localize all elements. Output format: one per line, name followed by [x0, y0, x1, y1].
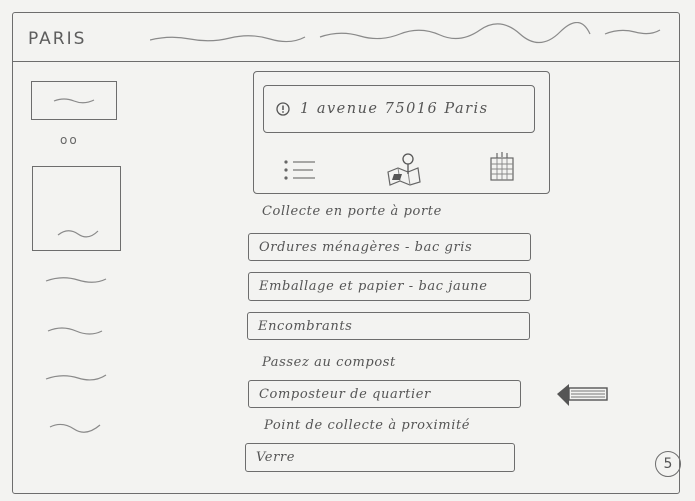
arrow-icon	[557, 384, 608, 406]
list-icon[interactable]	[283, 157, 317, 185]
pin-icon	[276, 102, 290, 116]
sidebar-mark: oo	[60, 133, 79, 147]
page-number: 5	[663, 456, 673, 472]
bulky-items-button[interactable]: Encombrants	[247, 312, 530, 340]
sidebar-logo-placeholder	[53, 98, 95, 104]
neighborhood-composter-button[interactable]: Composteur de quartier	[248, 380, 521, 408]
calendar-icon[interactable]	[489, 150, 517, 184]
household-waste-button[interactable]: Ordures ménagères - bac gris	[248, 233, 531, 261]
section-compost: Passez au compost	[262, 355, 396, 370]
section-door-to-door: Collecte en porte à porte	[262, 204, 442, 219]
section-proximity: Point de collecte à proximité	[264, 418, 471, 433]
address-field[interactable]: 1 avenue 75016 Paris	[263, 85, 535, 133]
header-placeholder-lines	[150, 22, 661, 44]
sidebar-image-box[interactable]	[32, 166, 121, 251]
app-title: PARIS	[28, 29, 87, 49]
sidebar-image-placeholder	[57, 230, 99, 238]
sidebar-placeholder-lines	[45, 277, 107, 433]
glass-button[interactable]: Verre	[245, 443, 515, 472]
sidebar-logo-box[interactable]	[31, 81, 117, 120]
address-text: 1 avenue 75016 Paris	[300, 101, 489, 117]
packaging-paper-button[interactable]: Emballage et papier - bac jaune	[248, 272, 531, 301]
page-number-badge: 5	[655, 451, 681, 477]
map-icon[interactable]	[386, 152, 422, 186]
